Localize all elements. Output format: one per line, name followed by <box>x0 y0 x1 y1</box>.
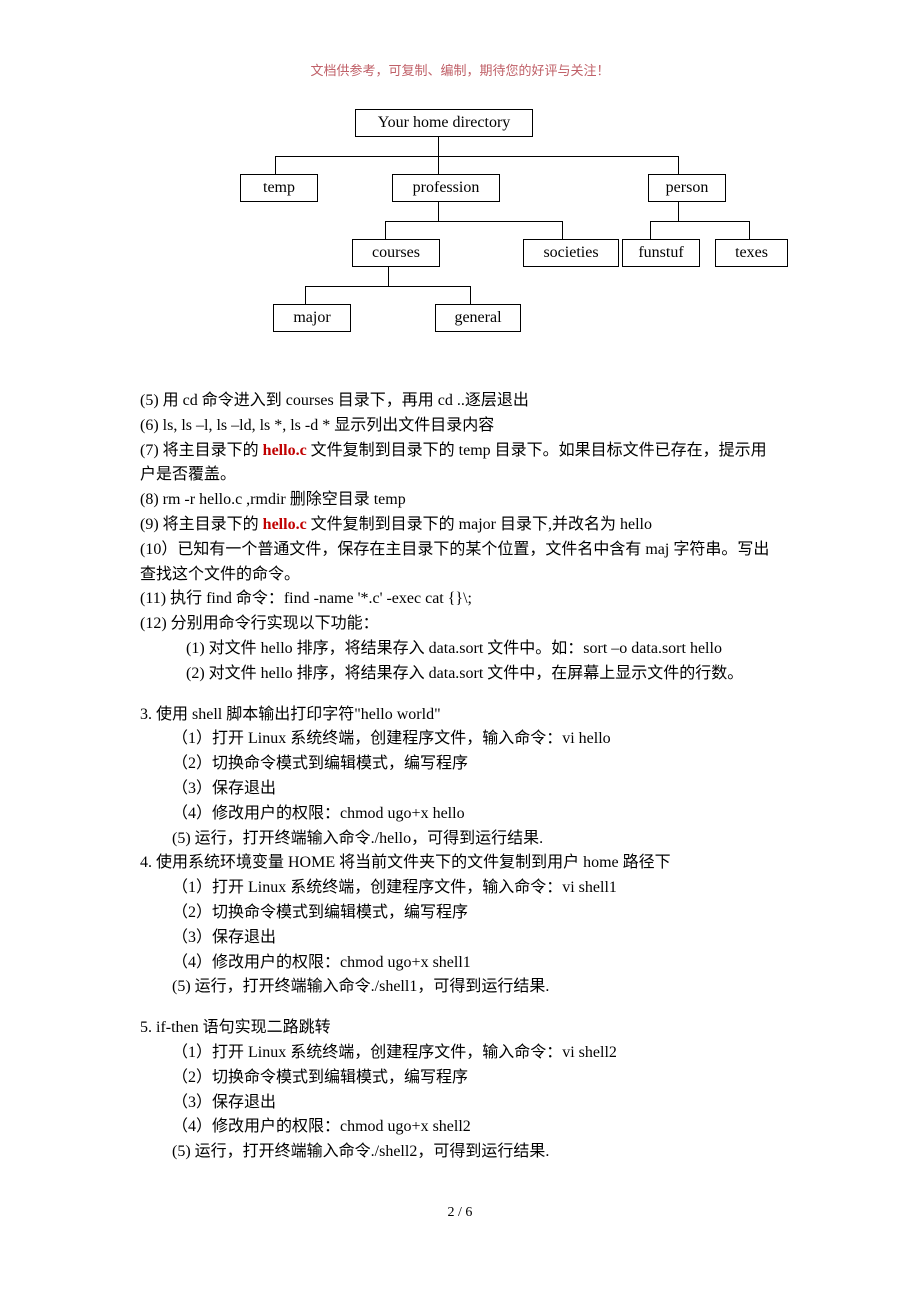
tree-connector <box>438 156 439 174</box>
document-page: 文档供参考，可复制、编制，期待您的好评与关注！ Your home direct… <box>0 0 920 1261</box>
tree-connector <box>305 286 306 304</box>
page-number: 2 / 6 <box>140 1205 780 1221</box>
section-5-4: （4）修改用户的权限：chmod ugo+x shell2 <box>140 1115 780 1140</box>
filename-highlight: hello.c <box>263 516 307 533</box>
section-5-2: （2）切换命令模式到编辑模式，编写程序 <box>140 1066 780 1091</box>
tree-node: funstuf <box>622 239 700 267</box>
tree-node: general <box>435 304 521 332</box>
item-7: (7) 将主目录下的 hello.c 文件复制到目录下的 temp 目录下。如果… <box>140 439 780 489</box>
section-3-4: （4）修改用户的权限：chmod ugo+x hello <box>140 802 780 827</box>
section-4-5: (5) 运行，打开终端输入命令./shell1，可得到运行结果. <box>140 975 780 1000</box>
tree-node-root: Your home directory <box>355 109 533 137</box>
item-12: (12) 分别用命令行实现以下功能： <box>140 612 780 637</box>
tree-connector <box>385 221 563 222</box>
tree-connector <box>470 286 471 304</box>
section-4-2: （2）切换命令模式到编辑模式，编写程序 <box>140 901 780 926</box>
section-3-3: （3）保存退出 <box>140 777 780 802</box>
tree-connector <box>650 221 651 239</box>
section-3-1: （1）打开 Linux 系统终端，创建程序文件，输入命令：vi hello <box>140 727 780 752</box>
section-5-3: （3）保存退出 <box>140 1091 780 1116</box>
filename-highlight: hello.c <box>263 442 307 459</box>
section-3-2: （2）切换命令模式到编辑模式，编写程序 <box>140 752 780 777</box>
section-5-1: （1）打开 Linux 系统终端，创建程序文件，输入命令：vi shell2 <box>140 1041 780 1066</box>
tree-node: courses <box>352 239 440 267</box>
content-body: (5) 用 cd 命令进入到 courses 目录下，再用 cd ..逐层退出 … <box>140 389 780 1165</box>
section-4: 4. 使用系统环境变量 HOME 将当前文件夹下的文件复制到用户 home 路径… <box>140 851 780 876</box>
item-12-1: (1) 对文件 hello 排序，将结果存入 data.sort 文件中。如：s… <box>140 637 780 662</box>
item-9: (9) 将主目录下的 hello.c 文件复制到目录下的 major 目录下,并… <box>140 513 780 538</box>
section-3-5: (5) 运行，打开终端输入命令./hello，可得到运行结果. <box>140 827 780 852</box>
tree-node: societies <box>523 239 619 267</box>
tree-connector <box>650 221 750 222</box>
tree-connector <box>438 201 439 221</box>
spacer <box>140 1000 780 1016</box>
section-4-4: （4）修改用户的权限：chmod ugo+x shell1 <box>140 951 780 976</box>
item-6: (6) ls, ls –l, ls –ld, ls *, ls -d * 显示列… <box>140 414 780 439</box>
tree-connector <box>275 156 276 174</box>
section-4-1: （1）打开 Linux 系统终端，创建程序文件，输入命令：vi shell1 <box>140 876 780 901</box>
tree-connector <box>275 156 679 157</box>
section-5: 5. if-then 语句实现二路跳转 <box>140 1016 780 1041</box>
tree-node: person <box>648 174 726 202</box>
item-5: (5) 用 cd 命令进入到 courses 目录下，再用 cd ..逐层退出 <box>140 389 780 414</box>
tree-connector <box>562 221 563 239</box>
tree-connector <box>678 201 679 221</box>
tree-connector <box>305 286 470 287</box>
tree-connector <box>438 136 439 156</box>
tree-connector <box>388 266 389 286</box>
header-note: 文档供参考，可复制、编制，期待您的好评与关注！ <box>140 60 780 79</box>
tree-node: temp <box>240 174 318 202</box>
tree-node: texes <box>715 239 788 267</box>
tree-connector <box>749 221 750 239</box>
item-8: (8) rm -r hello.c ,rmdir 删除空目录 temp <box>140 488 780 513</box>
tree-node: major <box>273 304 351 332</box>
section-4-3: （3）保存退出 <box>140 926 780 951</box>
section-3: 3. 使用 shell 脚本输出打印字符"hello world" <box>140 703 780 728</box>
tree-connector <box>385 221 386 239</box>
section-5-5: (5) 运行，打开终端输入命令./shell2，可得到运行结果. <box>140 1140 780 1165</box>
directory-tree-diagram: Your home directory temp profession pers… <box>140 109 780 369</box>
tree-connector <box>678 156 679 174</box>
item-12-2: (2) 对文件 hello 排序，将结果存入 data.sort 文件中，在屏幕… <box>140 662 780 687</box>
item-10: (10）已知有一个普通文件，保存在主目录下的某个位置，文件名中含有 maj 字符… <box>140 538 780 588</box>
item-11: (11) 执行 find 命令：find -name '*.c' -exec c… <box>140 587 780 612</box>
spacer <box>140 687 780 703</box>
tree-node: profession <box>392 174 500 202</box>
